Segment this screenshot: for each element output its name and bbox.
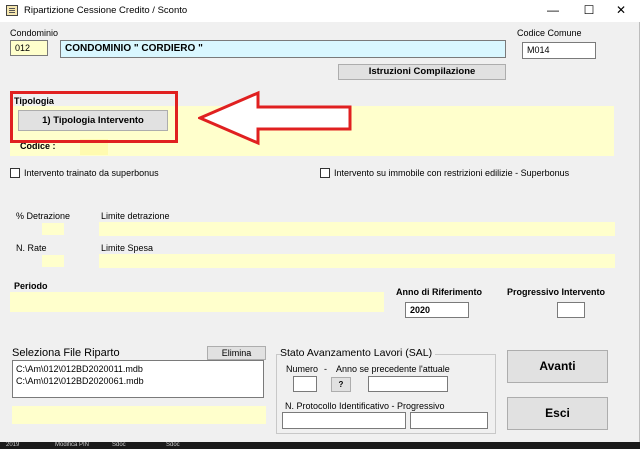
status-bar-item: Modifica PIN xyxy=(55,442,90,448)
annotation-arrow-icon xyxy=(198,90,352,146)
sal-separator: - xyxy=(324,364,327,374)
restrizioni-edilizie-checkbox[interactable] xyxy=(320,168,330,178)
list-item[interactable]: C:\Am\012\012BD2020061.mdb xyxy=(16,375,260,387)
periodo-label: Periodo xyxy=(14,281,48,291)
esci-button[interactable]: Esci xyxy=(507,397,608,430)
annotation-highlight-box xyxy=(10,91,178,143)
sal-protocollo-field[interactable] xyxy=(282,412,406,429)
percent-detrazione-label: % Detrazione xyxy=(16,211,71,221)
codice-comune-field[interactable]: M014 xyxy=(522,42,596,59)
limite-detrazione-label: Limite detrazione xyxy=(101,211,170,221)
sal-title: Stato Avanzamento Lavori (SAL) xyxy=(280,347,436,359)
file-riparto-list[interactable]: C:\Am\012\012BD2020011.mdb C:\Am\012\012… xyxy=(12,360,264,398)
restrizioni-edilizie-label: Intervento su immobile con restrizioni e… xyxy=(334,168,570,178)
window-title: Ripartizione Cessione Credito / Sconto xyxy=(24,5,188,16)
anno-riferimento-field[interactable]: 2020 xyxy=(405,302,469,318)
n-rate-field[interactable] xyxy=(42,255,64,267)
condominio-code-field[interactable]: 012 xyxy=(10,40,48,56)
app-icon xyxy=(6,5,18,16)
maximize-button[interactable]: ☐ xyxy=(576,0,602,20)
file-riparto-info-field xyxy=(12,406,266,424)
close-button[interactable]: ✕ xyxy=(608,0,634,20)
status-bar: 2019 Modifica PIN Sdoc Sdoc xyxy=(0,442,640,449)
status-bar-item: 2019 xyxy=(6,442,20,448)
status-bar-item: Sdoc xyxy=(166,442,180,448)
elimina-button[interactable]: Elimina xyxy=(207,346,266,360)
istruzioni-compilazione-button[interactable]: Istruzioni Compilazione xyxy=(338,64,506,80)
status-bar-item: Sdoc xyxy=(112,442,126,448)
progressivo-intervento-field[interactable] xyxy=(557,302,585,318)
periodo-field[interactable] xyxy=(10,292,384,312)
sal-anno-label: Anno se precedente l'attuale xyxy=(336,364,450,374)
seleziona-file-riparto-label: Seleziona File Riparto xyxy=(12,347,120,359)
trainato-superbonus-label: Intervento trainato da superbonus xyxy=(24,168,159,178)
list-item[interactable]: C:\Am\012\012BD2020011.mdb xyxy=(16,363,260,375)
codice-comune-label: Codice Comune xyxy=(517,28,582,38)
title-bar: Ripartizione Cessione Credito / Sconto —… xyxy=(0,0,640,22)
app-window: Ripartizione Cessione Credito / Sconto —… xyxy=(0,0,640,449)
limite-detrazione-field[interactable] xyxy=(99,222,615,236)
trainato-superbonus-checkbox[interactable] xyxy=(10,168,20,178)
sal-help-button[interactable]: ? xyxy=(331,377,351,392)
sal-anno-field[interactable] xyxy=(368,376,448,392)
sal-protocollo-label: N. Protocollo Identificativo - Progressi… xyxy=(285,401,445,411)
minimize-button[interactable]: — xyxy=(540,0,566,20)
limite-spesa-label: Limite Spesa xyxy=(101,243,154,253)
anno-riferimento-label: Anno di Riferimento xyxy=(396,287,482,297)
sal-numero-label: Numero xyxy=(286,364,319,374)
sal-numero-field[interactable] xyxy=(293,376,317,392)
sal-progressivo-field[interactable] xyxy=(410,412,488,429)
avanti-button[interactable]: Avanti xyxy=(507,350,608,383)
condominio-name-field[interactable]: CONDOMINIO " CORDIERO " xyxy=(60,40,506,58)
limite-spesa-field[interactable] xyxy=(99,254,615,268)
progressivo-intervento-label: Progressivo Intervento xyxy=(507,287,606,297)
condominio-label: Condominio xyxy=(10,28,59,38)
percent-detrazione-field[interactable] xyxy=(42,223,64,235)
n-rate-label: N. Rate xyxy=(16,243,47,253)
